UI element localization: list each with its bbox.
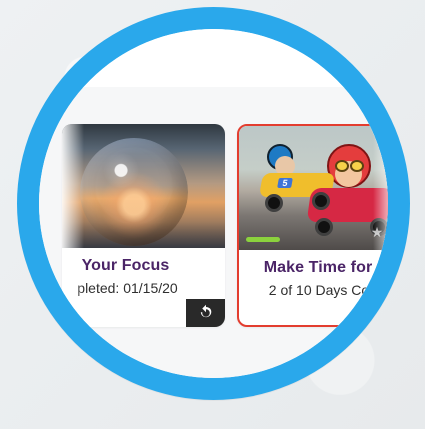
crystal-ball-image [62, 124, 225, 248]
goggle-icon [350, 160, 364, 172]
wheel-icon [265, 194, 283, 212]
card-title: Make Time for [263, 259, 373, 276]
card-title: Your Focus [81, 257, 170, 274]
badge-icon: ★ [370, 224, 384, 240]
carousel-window: Your Focus pleted: 01/15/20 5 ★ Make Tim… [39, 29, 388, 378]
focus-ring: Your Focus pleted: 01/15/20 5 ★ Make Tim… [17, 7, 410, 400]
card-subtitle: 2 of 10 Days Co [268, 282, 370, 298]
progress-bar [246, 237, 280, 242]
screenshot-stage: Your Focus pleted: 01/15/20 5 ★ Make Tim… [0, 0, 425, 429]
goggle-icon [335, 160, 349, 172]
course-card-left[interactable]: Your Focus pleted: 01/15/20 [62, 124, 225, 327]
race-number-badge: 5 [277, 178, 293, 188]
refresh-icon[interactable] [186, 299, 225, 327]
wheel-icon [315, 218, 333, 236]
card-subtitle: pleted: 01/15/20 [77, 280, 178, 296]
wheel-icon [312, 192, 330, 210]
course-card-right[interactable]: 5 ★ Make Time for 2 of 10 Days Co [237, 124, 388, 327]
carousel-header [39, 29, 388, 88]
go-kart-image: 5 ★ [239, 126, 388, 250]
